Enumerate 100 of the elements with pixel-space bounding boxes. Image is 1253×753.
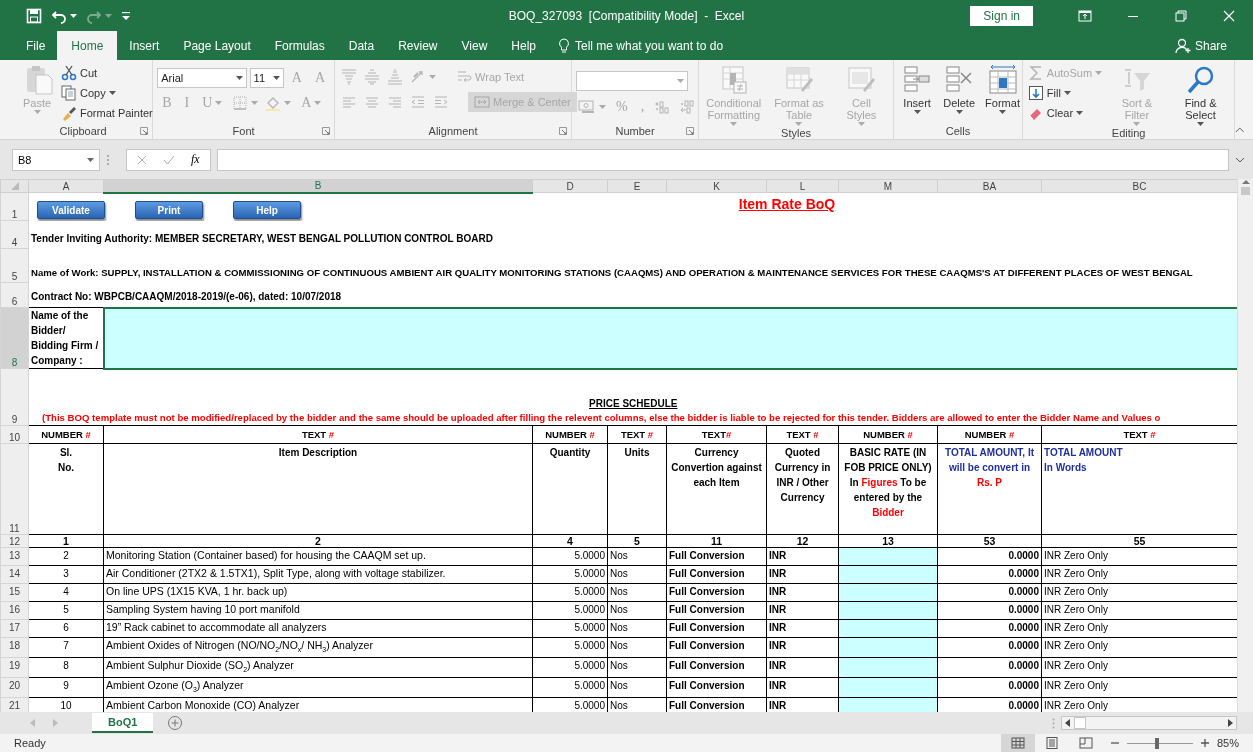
- formula-field[interactable]: [216, 148, 1229, 171]
- ribbon-button[interactable]: Clear: [1026, 104, 1104, 122]
- row-header[interactable]: 18: [0, 637, 29, 658]
- launcher-icon[interactable]: [140, 127, 149, 135]
- sheet-button[interactable]: Validate: [37, 201, 105, 219]
- sheet-button[interactable]: Help: [233, 201, 301, 219]
- horizontal-scrollbar[interactable]: [1061, 716, 1237, 730]
- person-icon: [1174, 37, 1191, 54]
- ribbon-tab[interactable]: Help: [499, 31, 548, 60]
- caret-icon: [913, 110, 921, 114]
- row-header[interactable]: 5: [0, 248, 29, 283]
- column-header[interactable]: K: [666, 179, 767, 193]
- scissors-icon: [61, 65, 77, 81]
- type-label: NUMBER #: [964, 429, 1015, 440]
- restore-icon[interactable]: [1174, 8, 1188, 23]
- table-cell: 0.0000: [937, 583, 1042, 602]
- sheet-button[interactable]: Print: [135, 201, 203, 219]
- tell-me-field[interactable]: Tell me what you want to do: [575, 38, 724, 53]
- ribbon-tab[interactable]: Formulas: [262, 31, 337, 60]
- ribbon-button[interactable]: Find & Select: [1170, 64, 1231, 126]
- table-cell: Sampling System having 10 port manifold: [103, 601, 533, 620]
- table-cell: 19” Rack cabinet to accommodate all analyzers: [103, 619, 533, 638]
- row-header[interactable]: 6: [0, 282, 29, 308]
- sheet-tab[interactable]: BoQ1: [92, 713, 154, 733]
- table-cell: 5.0000: [532, 637, 608, 658]
- table-cell: INR: [766, 601, 839, 620]
- scroll-thumb[interactable]: [1074, 717, 1086, 729]
- column-heading: TOTAL AMOUNT, It will be convert in Rs. P: [944, 447, 1035, 488]
- ribbon-button[interactable]: Fill: [1026, 84, 1104, 102]
- ribbon-tab[interactable]: Data: [336, 31, 387, 60]
- align-right-icon: [387, 94, 404, 110]
- zoom-in-icon[interactable]: [1200, 739, 1209, 747]
- column-header[interactable]: A: [28, 179, 104, 193]
- table-cell: INR: [766, 657, 839, 678]
- ribbon-button[interactable]: Cut: [60, 64, 154, 82]
- column-header[interactable]: D: [532, 179, 608, 193]
- column-header[interactable]: M: [838, 179, 938, 193]
- launcher-icon[interactable]: [322, 127, 331, 135]
- cancel-icon[interactable]: [137, 154, 147, 165]
- column-header[interactable]: B: [103, 179, 533, 193]
- collapse-icon[interactable]: [1235, 127, 1245, 133]
- table-cell: 4: [28, 583, 104, 602]
- caret-icon: [730, 122, 738, 126]
- launcher-icon[interactable]: [686, 127, 695, 135]
- row-header[interactable]: 9: [0, 368, 29, 426]
- column-header[interactable]: E: [607, 179, 667, 193]
- row-header[interactable]: 1: [0, 192, 29, 221]
- save-button[interactable]: [26, 7, 42, 24]
- add-sheet-icon[interactable]: [167, 715, 184, 731]
- row-header[interactable]: 11: [0, 443, 29, 535]
- column-header[interactable]: BC: [1041, 179, 1237, 193]
- table-cell: Nos: [607, 565, 667, 584]
- column-header[interactable]: L: [766, 179, 839, 193]
- column-heading: BASIC RATE (IN FOB PRICE ONLY) In Figures To be entered by the Bidder: [844, 447, 932, 518]
- sign-in-button[interactable]: Sign in: [970, 5, 1033, 26]
- row-header[interactable]: 19: [0, 657, 29, 678]
- ribbon-button[interactable]: Format: [982, 64, 1023, 114]
- ribbon-button[interactable]: Copy: [60, 84, 154, 102]
- ribbon-display-icon[interactable]: [1078, 8, 1092, 23]
- column-heading: Currency Convertion against each Item: [671, 447, 762, 488]
- scroll-left-icon[interactable]: [1065, 719, 1070, 727]
- ribbon-tab[interactable]: Review: [386, 31, 450, 60]
- field-label: Name of the Bidder/ Bidding Firm / Company :: [31, 310, 99, 366]
- ribbon-button[interactable]: Format Painter: [60, 104, 154, 122]
- row-header[interactable]: 20: [0, 677, 29, 698]
- font-size-field[interactable]: 11: [249, 68, 284, 88]
- align-bottom-icon: [387, 69, 404, 85]
- view-button[interactable]: [1000, 734, 1035, 752]
- ribbon-tab[interactable]: Insert: [117, 31, 172, 60]
- type-label: TEXT#: [701, 429, 732, 440]
- scroll-thumb[interactable]: [1241, 187, 1250, 195]
- vertical-scrollbar[interactable]: [1237, 179, 1253, 712]
- launcher-icon[interactable]: [558, 127, 567, 135]
- ribbon-tab[interactable]: Page Layout: [171, 31, 263, 60]
- group-label: Editing: [1111, 126, 1146, 139]
- zoom-out-icon[interactable]: [1110, 739, 1119, 747]
- table-cell: INR: [766, 583, 839, 602]
- ribbon-tab[interactable]: Home: [57, 31, 118, 60]
- close-icon[interactable]: [1222, 8, 1236, 23]
- ribbon-button[interactable]: Delete: [940, 64, 979, 114]
- share-button[interactable]: Share: [1168, 31, 1233, 60]
- check-icon[interactable]: [163, 154, 175, 165]
- save-icon: [26, 7, 42, 24]
- table-cell: Nos: [607, 601, 667, 620]
- ribbon-button[interactable]: Insert: [898, 64, 937, 114]
- align-middle-icon: [364, 69, 381, 85]
- ribbon-tab[interactable]: File: [14, 31, 58, 60]
- font-field[interactable]: Arial: [157, 68, 247, 88]
- ribbon-tab[interactable]: View: [449, 31, 500, 60]
- row-header[interactable]: 4: [0, 220, 29, 249]
- row-header[interactable]: 8: [0, 307, 29, 369]
- column-header[interactable]: BA: [937, 179, 1042, 193]
- table-cell: 0.0000: [937, 619, 1042, 638]
- slider-thumb[interactable]: [1154, 737, 1159, 749]
- column-heading: Quantity: [549, 447, 591, 458]
- insert-function-button[interactable]: fx: [191, 152, 200, 167]
- bidder-name-field[interactable]: [103, 307, 1237, 369]
- scroll-right-icon[interactable]: [1228, 719, 1233, 727]
- expand-icon[interactable]: [1235, 156, 1245, 163]
- name-box[interactable]: B8: [12, 148, 100, 171]
